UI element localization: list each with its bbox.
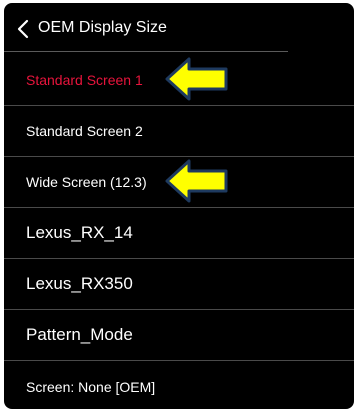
menu-item-lexus-rx-14[interactable]: Lexus_RX_14: [4, 208, 354, 259]
menu-item-label: Lexus_RX350: [26, 274, 133, 293]
page-title: OEM Display Size: [38, 19, 167, 36]
menu-item-label: Wide Screen (12.3): [26, 174, 147, 190]
header-bar: OEM Display Size: [4, 3, 288, 52]
menu-item-label: Screen: None [OEM]: [26, 378, 156, 395]
menu-item-label: Standard Screen 2: [26, 123, 143, 139]
yellow-arrow-left-icon: [165, 159, 228, 203]
chevron-left-icon: [17, 19, 29, 39]
menu-item-lexus-rx350[interactable]: Lexus_RX350: [4, 259, 354, 310]
menu-item-standard-screen-2[interactable]: Standard Screen 2: [4, 106, 354, 157]
menu-item-label: Standard Screen 1: [26, 72, 143, 88]
yellow-arrow-left-icon: [165, 57, 228, 101]
back-button[interactable]: [12, 17, 36, 41]
menu-item-screen-none-oem[interactable]: Screen: None [OEM]: [4, 361, 354, 409]
menu-item-pattern-mode[interactable]: Pattern_Mode: [4, 310, 354, 361]
menu-item-label: Pattern_Mode: [26, 325, 133, 344]
menu-item-label: Lexus_RX_14: [26, 223, 133, 242]
